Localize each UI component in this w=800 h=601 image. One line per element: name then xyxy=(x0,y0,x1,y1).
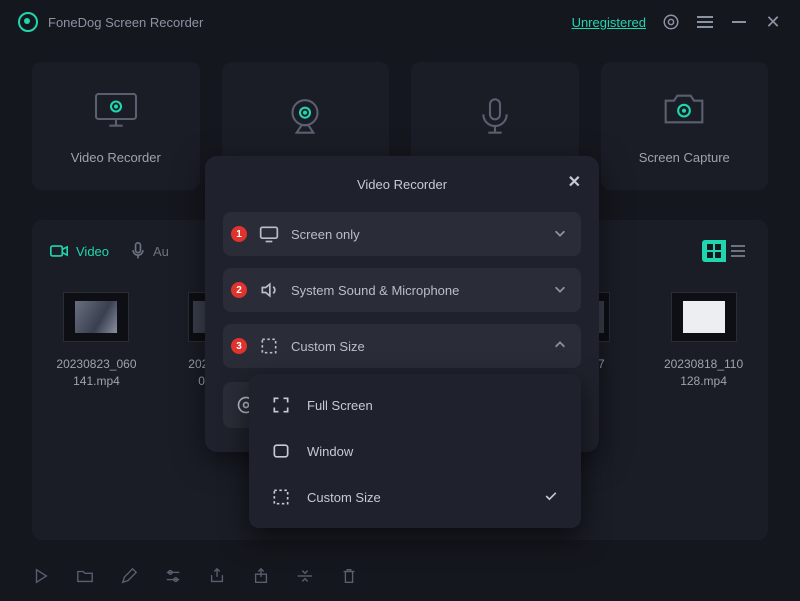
close-button[interactable]: ✕ xyxy=(764,13,782,31)
app-title: FoneDog Screen Recorder xyxy=(48,15,203,30)
trash-icon[interactable] xyxy=(340,567,358,585)
screen-capture-card[interactable]: Screen Capture xyxy=(601,62,769,190)
screen-icon xyxy=(259,224,279,244)
registration-link[interactable]: Unregistered xyxy=(572,15,646,30)
video-recorder-card[interactable]: Video Recorder xyxy=(32,62,200,190)
file-thumbnail xyxy=(63,292,129,342)
webcam-icon xyxy=(280,95,330,139)
tab-video[interactable]: Video xyxy=(50,244,109,259)
monitor-icon xyxy=(91,88,141,132)
card-label: Screen Capture xyxy=(639,150,730,165)
check-icon xyxy=(543,488,559,507)
step-label: System Sound & Microphone xyxy=(291,283,459,298)
source-select-row[interactable]: 1 Screen only xyxy=(223,212,581,256)
dropdown-label: Full Screen xyxy=(307,398,373,413)
dropdown-item-fullscreen[interactable]: Full Screen xyxy=(249,382,581,428)
file-name: 20230823_060141.mp4 xyxy=(56,356,137,391)
step-label: Custom Size xyxy=(291,339,365,354)
microphone-icon xyxy=(470,95,520,139)
custom-size-icon xyxy=(271,487,291,507)
popup-title: Video Recorder xyxy=(357,177,447,192)
file-thumbnail xyxy=(671,292,737,342)
crop-icon xyxy=(259,336,279,356)
folder-icon[interactable] xyxy=(76,567,94,585)
popup-close-button[interactable]: ✕ xyxy=(568,172,581,192)
dropdown-label: Custom Size xyxy=(307,490,381,505)
export-icon[interactable] xyxy=(208,567,226,585)
share-icon[interactable] xyxy=(252,567,270,585)
file-name: 20230818_110128.mp4 xyxy=(663,356,744,391)
step-badge: 1 xyxy=(231,226,247,242)
step-label: Screen only xyxy=(291,227,360,242)
step-badge: 2 xyxy=(231,282,247,298)
edit-icon[interactable] xyxy=(120,567,138,585)
window-icon xyxy=(271,441,291,461)
chevron-up-icon xyxy=(553,338,567,355)
tab-label: Au xyxy=(153,244,169,259)
play-icon[interactable] xyxy=(32,567,50,585)
file-item[interactable]: 20230818_110128.mp4 xyxy=(663,292,744,391)
sliders-icon[interactable] xyxy=(164,567,182,585)
step-badge: 3 xyxy=(231,338,247,354)
minimize-button[interactable] xyxy=(730,13,748,31)
audio-select-row[interactable]: 2 System Sound & Microphone xyxy=(223,268,581,312)
tab-label: Video xyxy=(76,244,109,259)
menu-icon[interactable] xyxy=(696,13,714,31)
settings-icon[interactable] xyxy=(662,13,680,31)
file-item[interactable]: 20230823_060141.mp4 xyxy=(56,292,137,391)
sound-icon xyxy=(259,280,279,300)
grid-view-button[interactable] xyxy=(702,240,726,262)
size-dropdown: Full Screen Window Custom Size xyxy=(249,374,581,528)
fullscreen-icon xyxy=(271,395,291,415)
size-select-row[interactable]: 3 Custom Size xyxy=(223,324,581,368)
compress-icon[interactable] xyxy=(296,567,314,585)
titlebar: FoneDog Screen Recorder Unregistered ✕ xyxy=(0,0,800,44)
app-logo-icon xyxy=(18,12,38,32)
dropdown-item-custom[interactable]: Custom Size xyxy=(249,474,581,520)
dropdown-label: Window xyxy=(307,444,353,459)
chevron-down-icon xyxy=(553,282,567,299)
tab-audio[interactable]: Au xyxy=(131,242,169,260)
camera-icon xyxy=(659,88,709,132)
list-view-button[interactable] xyxy=(726,240,750,262)
dropdown-item-window[interactable]: Window xyxy=(249,428,581,474)
bottom-toolbar xyxy=(32,567,358,585)
card-label: Video Recorder xyxy=(71,150,161,165)
chevron-down-icon xyxy=(553,226,567,243)
